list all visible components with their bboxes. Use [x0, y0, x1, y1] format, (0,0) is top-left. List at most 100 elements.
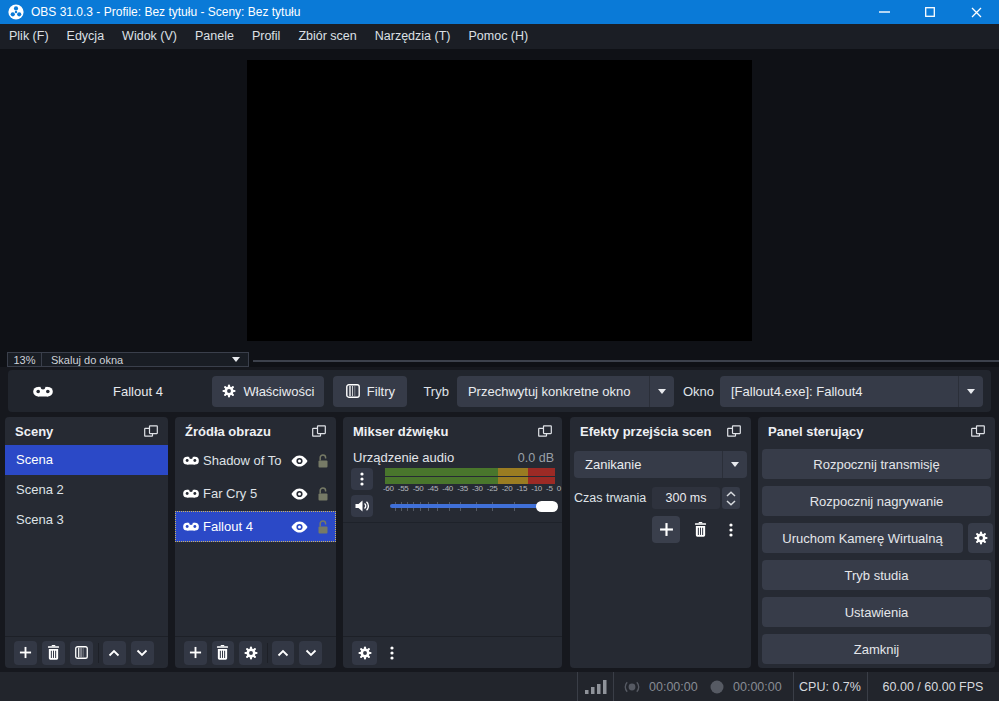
virtual-camera-settings-button[interactable]	[968, 523, 993, 553]
sources-dock-header: Źródła obrazu	[175, 417, 336, 445]
scene-filters-button[interactable]	[70, 641, 93, 665]
duration-input[interactable]: 300 ms	[652, 487, 720, 509]
zoom-select[interactable]: 13% Skaluj do okna	[7, 352, 249, 367]
lock-icon[interactable]	[317, 520, 329, 534]
popout-icon[interactable]	[144, 425, 158, 437]
window-title: OBS 31.0.3 - Profile: Bez tytułu - Sceny…	[31, 5, 300, 19]
source-item[interactable]: Fallout 4	[175, 511, 336, 542]
mixer-settings-button[interactable]	[352, 641, 377, 665]
maximize-button[interactable]	[907, 0, 953, 24]
gamepad-icon	[183, 489, 199, 498]
menu-plik[interactable]: Plik (F)	[0, 24, 58, 49]
spin-down-icon[interactable]	[726, 500, 736, 506]
exit-button[interactable]: Zamknij	[762, 634, 991, 664]
capture-mode-select[interactable]: Przechwytuj konkretne okno	[457, 376, 674, 407]
transitions-dock: Efekty przejścia scen Zanikanie Czas trw…	[570, 417, 751, 668]
scene-item[interactable]: Scena 3	[5, 505, 168, 535]
gamepad-icon	[33, 386, 53, 397]
add-source-button[interactable]	[184, 641, 207, 665]
studio-mode-button[interactable]: Tryb studia	[762, 560, 991, 590]
filters-button[interactable]: Filtry	[333, 376, 407, 407]
record-time-cell: 00:00:00	[700, 672, 782, 701]
source-properties-button[interactable]	[239, 641, 262, 665]
start-virtual-camera-button[interactable]: Uruchom Kamerę Wirtualną	[762, 523, 963, 553]
preview-canvas[interactable]	[247, 60, 752, 341]
controls-dock-header: Panel sterujący	[758, 417, 995, 445]
splitter-handle[interactable]	[253, 360, 999, 362]
scene-up-button[interactable]	[103, 641, 126, 665]
properties-button[interactable]: Właściwości	[212, 376, 324, 407]
volume-slider-handle[interactable]	[536, 501, 558, 512]
volume-meter-bar	[385, 477, 555, 484]
duration-row: Czas trwania 300 ms	[574, 487, 747, 509]
menu-edycja[interactable]: Edycja	[58, 24, 114, 49]
lock-icon[interactable]	[317, 487, 329, 501]
close-button[interactable]	[953, 0, 999, 24]
remove-transition-button[interactable]	[688, 518, 712, 542]
zoom-scale-label: Skaluj do okna	[42, 354, 232, 366]
gamepad-icon	[183, 456, 199, 465]
record-time: 00:00:00	[733, 680, 782, 694]
remove-source-button[interactable]	[212, 641, 235, 665]
mute-button[interactable]	[351, 495, 373, 517]
remove-scene-button[interactable]	[42, 641, 65, 665]
obs-logo-icon	[8, 4, 24, 20]
volume-slider[interactable]	[390, 495, 558, 517]
chevron-down-icon	[232, 357, 240, 362]
stream-time: 00:00:00	[649, 680, 698, 694]
chevron-down-icon	[722, 451, 747, 478]
transition-select[interactable]: Zanikanie	[574, 451, 747, 478]
menu-narzedzia[interactable]: Narzędzia (T)	[366, 24, 460, 49]
source-item[interactable]: Far Cry 5	[175, 478, 336, 509]
mixer-menu-button[interactable]	[382, 641, 402, 665]
popout-icon[interactable]	[727, 425, 741, 437]
start-recording-button[interactable]: Rozpocznij nagrywanie	[762, 486, 991, 516]
mixer-toolbar	[343, 636, 562, 668]
scene-down-button[interactable]	[131, 641, 154, 665]
source-name: Shadow of To	[203, 453, 291, 468]
capture-window-select[interactable]: [Fallout4.exe]: Fallout4	[720, 376, 983, 407]
lock-icon[interactable]	[317, 454, 329, 468]
menu-widok[interactable]: Widok (V)	[113, 24, 186, 49]
sources-dock: Źródła obrazu Shadow of To Far Cry 5 Fal…	[175, 417, 336, 668]
menu-pomoc[interactable]: Pomoc (H)	[459, 24, 537, 49]
popout-icon[interactable]	[971, 425, 985, 437]
status-bar: 00:00:00 00:00:00 CPU: 0.7% 60.00 / 60.0…	[0, 672, 999, 701]
add-transition-button[interactable]	[652, 516, 680, 543]
scene-item[interactable]: Scena 2	[5, 475, 168, 505]
start-streaming-button[interactable]: Rozpocznij transmisję	[762, 449, 991, 479]
obs-window: OBS 31.0.3 - Profile: Bez tytułu - Sceny…	[0, 0, 999, 701]
divider	[267, 643, 268, 663]
menu-panele[interactable]: Panele	[186, 24, 243, 49]
stream-time-cell: 00:00:00	[614, 672, 698, 701]
preview-area	[0, 49, 999, 352]
mixer-channel-menu-button[interactable]	[351, 468, 373, 490]
duration-spinner[interactable]	[722, 487, 740, 509]
transition-value: Zanikanie	[574, 457, 722, 472]
add-scene-button[interactable]	[14, 641, 37, 665]
source-item[interactable]: Shadow of To	[175, 445, 336, 476]
source-down-button[interactable]	[299, 641, 322, 665]
visibility-icon[interactable]	[291, 521, 308, 533]
menu-zbior-scen[interactable]: Zbiór scen	[289, 24, 365, 49]
minimize-button[interactable]	[861, 0, 907, 24]
volume-slider-track	[390, 504, 557, 508]
settings-button[interactable]: Ustawienia	[762, 597, 991, 627]
source-up-button[interactable]	[272, 641, 295, 665]
context-source-name: Fallout 4	[113, 384, 163, 399]
visibility-icon[interactable]	[291, 455, 308, 467]
spin-up-icon[interactable]	[726, 491, 736, 497]
properties-label: Właściwości	[243, 384, 314, 399]
popout-icon[interactable]	[538, 425, 552, 437]
duration-value: 300 ms	[666, 491, 707, 505]
transition-menu-button[interactable]	[724, 518, 738, 542]
popout-icon[interactable]	[312, 425, 326, 437]
audio-mixer-dock: Mikser dźwięku Urządzenie audio 0.0 dB -…	[343, 417, 562, 668]
volume-meter-bar	[385, 468, 555, 476]
menu-profil[interactable]: Profil	[243, 24, 289, 49]
record-icon	[710, 680, 724, 694]
audio-device-label: Urządzenie audio	[353, 450, 518, 465]
transitions-dock-title: Efekty przejścia scen	[580, 424, 712, 439]
scene-item[interactable]: Scena	[5, 445, 168, 475]
visibility-icon[interactable]	[291, 488, 308, 500]
